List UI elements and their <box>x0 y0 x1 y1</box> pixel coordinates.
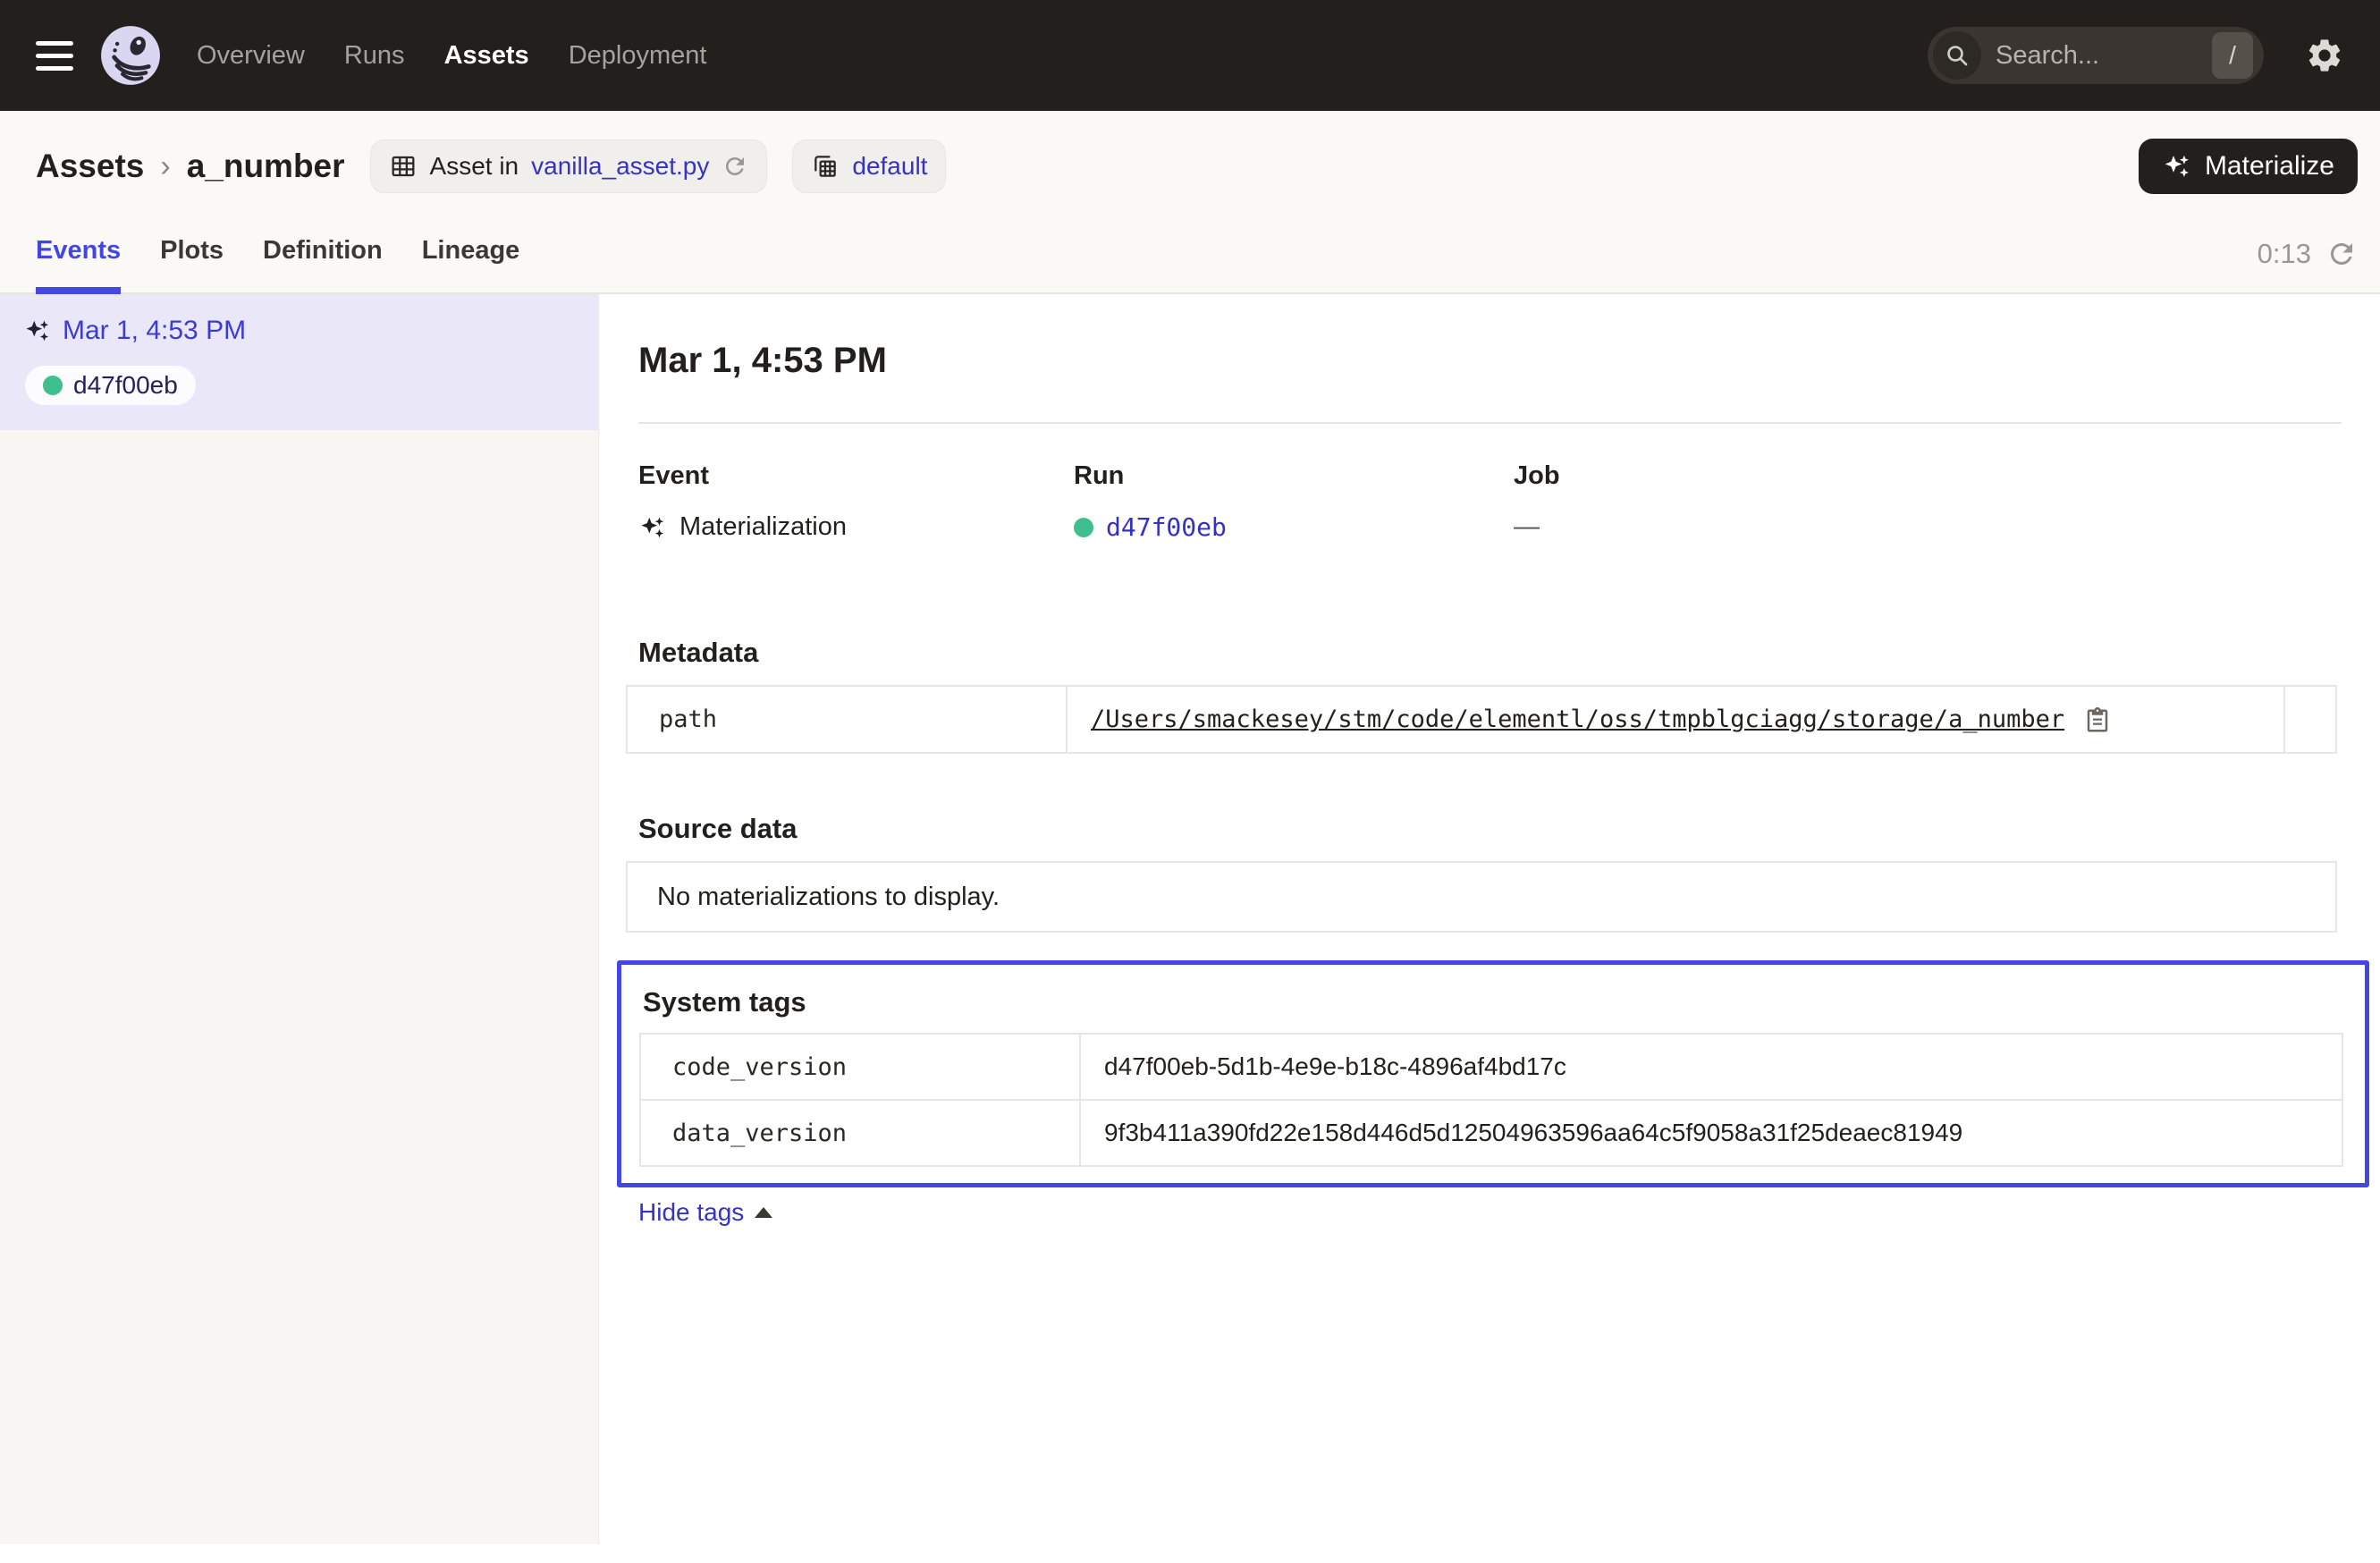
run-status-dot <box>1074 518 1093 537</box>
tab-lineage[interactable]: Lineage <box>422 236 520 292</box>
metadata-path-link[interactable]: /Users/smackesey/stm/code/elementl/oss/t… <box>1091 705 2064 733</box>
metadata-action-cell <box>2284 686 2336 753</box>
nav-item-runs[interactable]: Runs <box>344 41 405 71</box>
refresh-icon[interactable] <box>2325 238 2358 270</box>
sparkles-icon <box>638 513 667 542</box>
run-id-link[interactable]: d47f00eb <box>1106 512 1227 542</box>
repo-grid-icon <box>811 152 840 181</box>
metadata-table: path /Users/smackesey/stm/code/elementl/… <box>626 685 2337 754</box>
divider <box>638 422 2342 424</box>
breadcrumb-separator: › <box>160 149 170 184</box>
event-timestamp-link[interactable]: Mar 1, 4:53 PM <box>63 316 246 346</box>
caret-up-icon <box>755 1207 772 1218</box>
event-column-label: Event <box>638 461 1074 491</box>
event-type-value: Materialization <box>679 512 847 542</box>
materialize-label: Materialize <box>2205 151 2334 182</box>
breadcrumb: Assets › a_number <box>36 148 345 185</box>
top-nav-bar: Overview Runs Assets Deployment Search..… <box>0 0 2380 111</box>
asset-page-header: Assets › a_number Asset in vanilla_asset… <box>0 111 2380 294</box>
reload-definition-icon[interactable] <box>722 153 748 180</box>
asset-badge-prefix: Asset in <box>430 152 519 181</box>
sparkles-icon <box>2162 151 2192 182</box>
refresh-countdown: 0:13 <box>2258 238 2311 270</box>
nav-item-assets[interactable]: Assets <box>444 41 529 71</box>
nav-item-overview[interactable]: Overview <box>197 41 305 71</box>
breadcrumb-current-asset: a_number <box>187 148 345 185</box>
system-tags-table: code_version d47f00eb-5d1b-4e9e-b18c-489… <box>639 1033 2343 1167</box>
menu-hamburger-icon[interactable] <box>36 41 73 71</box>
hide-tags-label: Hide tags <box>638 1198 744 1227</box>
nav-item-deployment[interactable]: Deployment <box>569 41 707 71</box>
repo-default-link[interactable]: default <box>852 152 927 181</box>
materialize-button[interactable]: Materialize <box>2139 139 2358 194</box>
tab-definition[interactable]: Definition <box>263 236 383 292</box>
asset-grid-icon <box>389 152 418 181</box>
search-icon <box>1933 31 1981 80</box>
run-id-text: d47f00eb <box>73 371 178 400</box>
breadcrumb-assets-link[interactable]: Assets <box>36 148 144 185</box>
source-data-empty-state: No materializations to display. <box>626 861 2337 933</box>
event-detail-panel: Mar 1, 4:53 PM Event Materialization <box>599 294 2380 1544</box>
search-input[interactable]: Search... / <box>1928 27 2264 84</box>
hide-tags-link[interactable]: Hide tags <box>638 1198 772 1227</box>
search-shortcut-key: / <box>2212 32 2253 79</box>
repo-badge: default <box>792 139 946 193</box>
metadata-heading: Metadata <box>638 637 2342 669</box>
system-tags-heading: System tags <box>643 986 2343 1018</box>
asset-tabs: Events Plots Definition Lineage 0:13 <box>36 236 2358 292</box>
table-row: data_version 9f3b411a390fd22e158d446d5d1… <box>640 1100 2342 1166</box>
search-placeholder: Search... <box>1996 41 2212 71</box>
tag-key: code_version <box>640 1034 1080 1100</box>
dagster-logo[interactable] <box>97 21 165 89</box>
tag-value: d47f00eb-5d1b-4e9e-b18c-4896af4bd17c <box>1080 1034 2342 1100</box>
metadata-key: path <box>627 686 1067 753</box>
asset-definition-badge: Asset in vanilla_asset.py <box>370 139 768 193</box>
event-title: Mar 1, 4:53 PM <box>638 341 2342 381</box>
tab-plots[interactable]: Plots <box>160 236 224 292</box>
tab-events[interactable]: Events <box>36 236 121 292</box>
job-column-label: Job <box>1514 461 1949 491</box>
event-summary: Event Materialization Run d <box>638 461 2342 542</box>
tag-value: 9f3b411a390fd22e158d446d5d12504963596aa6… <box>1080 1100 2342 1166</box>
tag-key: data_version <box>640 1100 1080 1166</box>
events-sidebar: Mar 1, 4:53 PM d47f00eb <box>0 294 599 1544</box>
table-row: code_version d47f00eb-5d1b-4e9e-b18c-489… <box>640 1034 2342 1100</box>
source-data-heading: Source data <box>638 813 2342 845</box>
event-list-item-selected[interactable]: Mar 1, 4:53 PM d47f00eb <box>0 294 598 430</box>
asset-file-link[interactable]: vanilla_asset.py <box>531 152 709 181</box>
primary-nav: Overview Runs Assets Deployment <box>197 41 706 71</box>
run-id-pill[interactable]: d47f00eb <box>25 366 196 405</box>
settings-gear-icon[interactable] <box>2305 36 2344 75</box>
system-tags-highlight-box: System tags code_version d47f00eb-5d1b-4… <box>617 960 2369 1187</box>
table-row: path /Users/smackesey/stm/code/elementl/… <box>627 686 2336 753</box>
sparkles-icon <box>23 317 52 345</box>
run-status-dot <box>43 376 63 395</box>
job-empty-value: — <box>1514 512 1540 542</box>
copy-clipboard-icon[interactable] <box>2084 707 2111 734</box>
run-column-label: Run <box>1074 461 1514 491</box>
